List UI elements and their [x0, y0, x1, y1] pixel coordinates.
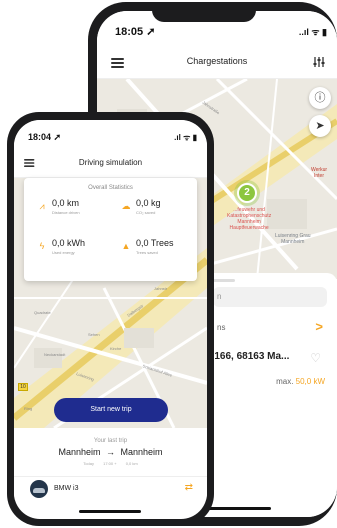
front-phone: 18:04 ➚ .ıl ᯤ ▮ Driving simulation Jahns…: [7, 112, 214, 526]
stat-value: 0,0 kWh: [52, 238, 86, 248]
stat-label: Used energy: [52, 250, 75, 255]
poi-luisenring[interactable]: Luisenring Grau Mannheim: [275, 233, 311, 245]
poi-line: Hauptfeuerwache: [229, 225, 269, 231]
heart-icon[interactable]: ♡: [310, 351, 321, 365]
stat-value: 0,0 Trees: [136, 238, 174, 248]
nearby-stations-label: ns: [217, 323, 226, 332]
trip-distance: 0,0 km: [125, 461, 138, 466]
start-new-trip-button[interactable]: Start new trip: [54, 398, 168, 422]
poi-fire-station[interactable]: ...feuwehr und Katastrophenschutz Mannhe…: [227, 207, 271, 231]
map-label: Kirche: [110, 346, 122, 351]
front-header: Driving simulation: [14, 150, 207, 178]
front-phone-screen: 18:04 ➚ .ıl ᯤ ▮ Driving simulation Jahns…: [14, 120, 207, 519]
car-name: BMW i3: [54, 485, 79, 492]
map-label: Neckarstadt: [44, 352, 66, 357]
max-label: max.: [276, 377, 294, 386]
car-avatar: [30, 480, 48, 498]
max-value: 50,0 kW: [295, 377, 325, 386]
swap-icon[interactable]: ⇄: [185, 482, 193, 493]
stat-label: Distance driven: [52, 210, 80, 215]
poi-line: Mannheim: [281, 239, 305, 245]
last-trip-route: Mannheim → Mannheim: [14, 447, 207, 457]
status-time: 18:04 ➚: [28, 132, 62, 142]
poi-werkur[interactable]: Werkur Inter: [311, 167, 327, 179]
page-title: Driving simulation: [78, 158, 143, 167]
chevron-right-icon[interactable]: >: [315, 319, 323, 334]
trip-date: Today: [83, 461, 94, 466]
stat-label: CO₂ saved: [136, 210, 156, 215]
max-power: max. 50,0 kW: [276, 377, 325, 386]
status-indicators: ..ıl ᯤ ▮: [298, 27, 327, 37]
station-cluster-marker[interactable]: 2: [237, 183, 257, 203]
stat-value: 0,0 km: [52, 198, 80, 208]
stat-co2: ☁ 0,0 kg CO₂ saved: [120, 198, 200, 222]
status-time: 18:05 ➚: [115, 26, 156, 38]
arrow-right-icon: →: [106, 447, 115, 457]
status-indicators: .ıl ᯤ ▮: [174, 133, 197, 142]
bolt-icon: ϟ: [39, 241, 45, 251]
station-address[interactable]: -166, 68163 Ma...: [211, 351, 289, 362]
car-selector[interactable]: BMW i3 ⇄: [14, 476, 207, 500]
stat-trees: ▲ 0,0 Trees Trees saved: [120, 238, 200, 262]
last-trip-section[interactable]: Your last trip Mannheim → Mannheim Today…: [14, 428, 207, 476]
road-number-badge: 10: [18, 383, 28, 391]
poi-line: Inter: [314, 173, 325, 179]
back-header: Chargestations: [97, 45, 337, 79]
road-icon: ⩘: [39, 201, 45, 211]
page-title: Chargestations: [186, 56, 248, 66]
info-icon[interactable]: ⓘ: [309, 87, 331, 109]
stats-title: Overall Statistics: [88, 185, 133, 191]
stat-value: 0,0 kg: [136, 198, 161, 208]
overall-statistics-card: Overall Statistics ⩘ 0,0 km Distance dri…: [24, 178, 197, 281]
map-label: Ring: [24, 406, 33, 411]
search-input[interactable]: n: [213, 287, 327, 307]
stat-label: Trees saved: [136, 250, 158, 255]
last-trip-meta: Today 17:00 + 0,0 km: [14, 461, 207, 466]
locate-icon[interactable]: ➤: [309, 115, 331, 137]
trip-time: 17:00 +: [103, 461, 117, 466]
route-to: Mannheim: [120, 447, 163, 457]
filter-icon[interactable]: [313, 56, 325, 68]
stat-energy: ϟ 0,0 kWh Used energy: [36, 238, 116, 262]
home-indicator[interactable]: [79, 510, 141, 513]
map-label: Sehen: [88, 332, 100, 337]
map-label: Jahnstr: [154, 286, 168, 291]
front-status-bar: 18:04 ➚ .ıl ᯤ ▮: [14, 120, 207, 150]
notch: [152, 2, 256, 22]
search-text: n: [217, 292, 222, 301]
tree-icon: ▲: [121, 241, 131, 251]
last-trip-label: Your last trip: [93, 438, 128, 444]
cloud-icon: ☁: [121, 201, 131, 211]
route-from: Mannheim: [58, 447, 101, 457]
stat-distance: ⩘ 0,0 km Distance driven: [36, 198, 116, 222]
map-label: Quadrate: [34, 310, 51, 315]
